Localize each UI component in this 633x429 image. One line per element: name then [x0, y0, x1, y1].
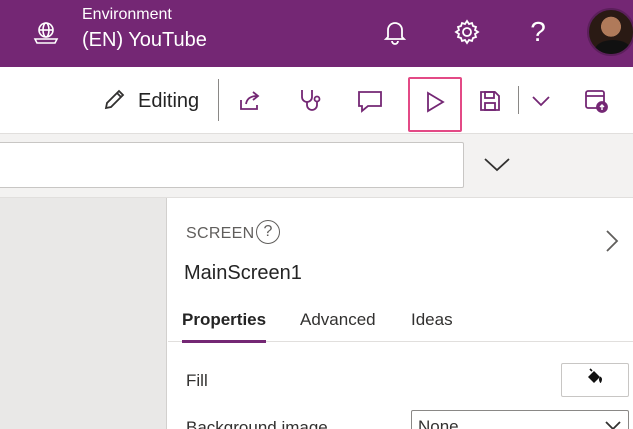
paint-bucket-icon	[585, 367, 605, 393]
fill-color-picker[interactable]	[561, 363, 629, 397]
comment-icon[interactable]	[352, 83, 388, 119]
pane-tabs: Properties Advanced Ideas	[168, 304, 633, 343]
formula-bar	[0, 134, 633, 198]
share-icon[interactable]	[232, 83, 268, 119]
environment-name[interactable]: (EN) YouTube	[82, 28, 207, 52]
save-icon[interactable]	[472, 83, 508, 119]
canvas-area[interactable]	[0, 198, 167, 429]
avatar[interactable]	[587, 8, 633, 56]
stethoscope-icon[interactable]	[292, 83, 328, 119]
properties-pane: SCREEN ? MainScreen1 Properties Advanced…	[168, 198, 633, 429]
screen-name[interactable]: MainScreen1	[184, 262, 302, 285]
editing-button[interactable]: Editing	[102, 87, 199, 115]
gear-icon[interactable]	[445, 12, 489, 52]
chevron-down-icon[interactable]	[523, 83, 559, 119]
help-icon[interactable]: ?	[516, 12, 560, 52]
chevron-right-icon[interactable]	[602, 228, 622, 254]
play-icon	[423, 90, 447, 119]
play-button[interactable]	[408, 77, 462, 132]
bell-icon[interactable]	[373, 12, 417, 52]
tab-advanced[interactable]: Advanced	[300, 310, 376, 342]
command-bar: Editing	[0, 67, 633, 134]
chevron-down-icon[interactable]	[480, 150, 514, 180]
toolbar-divider	[218, 79, 219, 121]
tab-ideas[interactable]: Ideas	[411, 310, 453, 342]
app-header: Environment (EN) YouTube ?	[0, 0, 633, 67]
background-image-label: Background image	[186, 418, 328, 429]
chevron-down-icon	[604, 419, 622, 429]
tab-properties[interactable]: Properties	[182, 310, 267, 343]
fill-label: Fill	[186, 371, 208, 390]
pencil-icon	[102, 86, 128, 117]
background-image-select[interactable]: None	[411, 410, 629, 429]
editing-label: Editing	[138, 89, 200, 112]
publish-icon[interactable]	[578, 83, 614, 119]
background-image-value: None	[418, 417, 459, 429]
environment-label: Environment	[82, 6, 172, 23]
help-icon[interactable]: ?	[256, 220, 280, 244]
control-type-label: SCREEN	[186, 225, 255, 242]
environment-icon[interactable]	[32, 19, 60, 47]
formula-input[interactable]	[0, 142, 464, 188]
toolbar-divider	[518, 86, 519, 114]
